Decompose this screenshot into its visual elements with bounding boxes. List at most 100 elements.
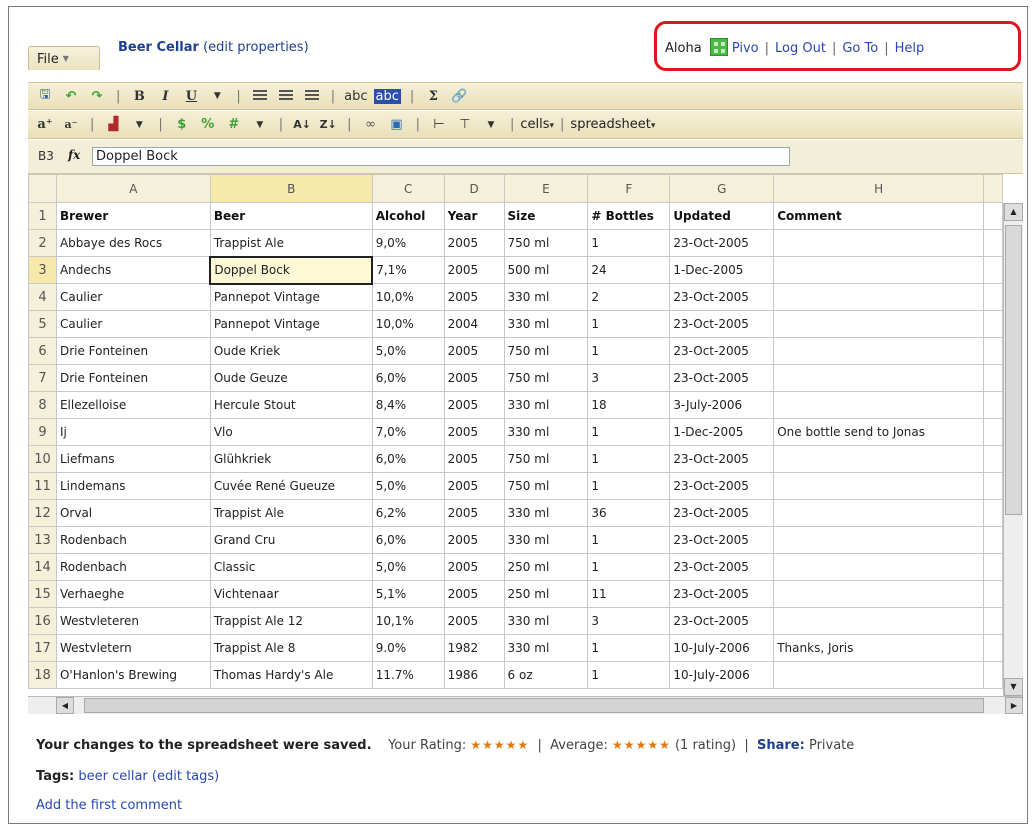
cell-c5[interactable]: 10,0% xyxy=(371,310,445,338)
cell-a8[interactable]: Ellezelloise xyxy=(55,391,211,419)
cell-c17[interactable]: 9.0% xyxy=(371,634,445,662)
cell-f17[interactable]: 1 xyxy=(587,634,671,662)
cell-b17[interactable]: Trappist Ale 8 xyxy=(209,634,373,662)
cell-c6[interactable]: 5,0% xyxy=(371,337,445,365)
cell-a14[interactable]: Rodenbach xyxy=(55,553,211,581)
cell-a12[interactable]: Orval xyxy=(55,499,211,527)
cell-e2[interactable]: 750 ml xyxy=(503,229,589,257)
cell-e5[interactable]: 330 ml xyxy=(503,310,589,338)
cell-h15[interactable] xyxy=(773,580,984,608)
scroll-up-icon[interactable]: ▲ xyxy=(1004,203,1023,221)
link-icon[interactable]: 🔗 xyxy=(449,86,469,106)
cell-c1[interactable]: Alcohol xyxy=(371,202,445,230)
add-comment-link[interactable]: Add the first comment xyxy=(36,798,1026,813)
cell-g13[interactable]: 23-Oct-2005 xyxy=(669,526,775,554)
cell-g5[interactable]: 23-Oct-2005 xyxy=(669,310,775,338)
cell-c18[interactable]: 11.7% xyxy=(371,661,445,689)
percent-icon[interactable]: % xyxy=(198,115,218,135)
insert-row-icon[interactable]: ⊤ xyxy=(455,115,475,135)
cell-d7[interactable]: 2005 xyxy=(443,364,505,392)
insert-column-icon[interactable]: ⊢ xyxy=(429,115,449,135)
cell-f5[interactable]: 1 xyxy=(587,310,671,338)
cell-h6[interactable] xyxy=(773,337,984,365)
cell-f16[interactable]: 3 xyxy=(587,607,671,635)
cell-b9[interactable]: Vlo xyxy=(209,418,373,446)
cell-g15[interactable]: 23-Oct-2005 xyxy=(669,580,775,608)
cell-e6[interactable]: 750 ml xyxy=(503,337,589,365)
cell-h18[interactable] xyxy=(773,661,984,689)
cell-d5[interactable]: 2004 xyxy=(443,310,505,338)
cell-f13[interactable]: 1 xyxy=(587,526,671,554)
column-header-d[interactable]: D xyxy=(443,174,505,203)
row-header[interactable]: 9 xyxy=(28,418,57,446)
edit-properties-link[interactable]: (edit properties) xyxy=(203,40,309,55)
cell-f6[interactable]: 1 xyxy=(587,337,671,365)
cell-g11[interactable]: 23-Oct-2005 xyxy=(669,472,775,500)
font-size-down-icon[interactable]: a⁻ xyxy=(61,115,81,135)
cell-h4[interactable] xyxy=(773,283,984,311)
cell-d11[interactable]: 2005 xyxy=(443,472,505,500)
cell-e8[interactable]: 330 ml xyxy=(503,391,589,419)
cell-c16[interactable]: 10,1% xyxy=(371,607,445,635)
align-left-icon[interactable] xyxy=(250,86,270,106)
cell-c7[interactable]: 6,0% xyxy=(371,364,445,392)
cell-a7[interactable]: Drie Fonteinen xyxy=(55,364,211,392)
row-header[interactable]: 16 xyxy=(28,607,57,635)
cell-e4[interactable]: 330 ml xyxy=(503,283,589,311)
row-header[interactable]: 2 xyxy=(28,229,57,257)
spellcheck-icon[interactable]: abc xyxy=(344,86,367,106)
cell-g8[interactable]: 3-July-2006 xyxy=(669,391,775,419)
number-format-icon[interactable]: # xyxy=(224,115,244,135)
sort-descending-icon[interactable]: Z↓ xyxy=(318,115,338,135)
cell-a13[interactable]: Rodenbach xyxy=(55,526,211,554)
cell-d4[interactable]: 2005 xyxy=(443,283,505,311)
cell-f14[interactable]: 1 xyxy=(587,553,671,581)
undo-icon[interactable]: ↶ xyxy=(61,86,81,106)
cell-e16[interactable]: 330 ml xyxy=(503,607,589,635)
cell-c15[interactable]: 5,1% xyxy=(371,580,445,608)
cell-g1[interactable]: Updated xyxy=(669,202,775,230)
cell-g4[interactable]: 23-Oct-2005 xyxy=(669,283,775,311)
row-header[interactable]: 18 xyxy=(28,661,57,689)
cell-f8[interactable]: 18 xyxy=(587,391,671,419)
corner-cell[interactable] xyxy=(28,174,57,203)
cell-a17[interactable]: Westvletern xyxy=(55,634,211,662)
cell-f2[interactable]: 1 xyxy=(587,229,671,257)
cell-g14[interactable]: 23-Oct-2005 xyxy=(669,553,775,581)
cell-c4[interactable]: 10,0% xyxy=(371,283,445,311)
cell-e3[interactable]: 500 ml xyxy=(503,256,589,284)
cell-b18[interactable]: Thomas Hardy's Ale xyxy=(209,661,373,689)
cell-b12[interactable]: Trappist Ale xyxy=(209,499,373,527)
cell-g3[interactable]: 1-Dec-2005 xyxy=(669,256,775,284)
cell-d16[interactable]: 2005 xyxy=(443,607,505,635)
log-out-link[interactable]: Log Out xyxy=(775,41,826,56)
row-header[interactable]: 6 xyxy=(28,337,57,365)
row-header[interactable]: 10 xyxy=(28,445,57,473)
align-center-icon[interactable] xyxy=(276,86,296,106)
cell-b3[interactable]: Doppel Bock xyxy=(209,255,374,285)
cell-h3[interactable] xyxy=(773,256,984,284)
cell-c3[interactable]: 7,1% xyxy=(371,256,445,284)
cell-b6[interactable]: Oude Kriek xyxy=(209,337,373,365)
scroll-left-icon[interactable]: ◀ xyxy=(56,697,74,714)
cell-b7[interactable]: Oude Geuze xyxy=(209,364,373,392)
cell-b11[interactable]: Cuvée René Gueuze xyxy=(209,472,373,500)
cell-a10[interactable]: Liefmans xyxy=(55,445,211,473)
cell-a16[interactable]: Westvleteren xyxy=(55,607,211,635)
spreadsheet-menu[interactable]: spreadsheet▾ xyxy=(570,117,655,132)
cell-d13[interactable]: 2005 xyxy=(443,526,505,554)
cell-f12[interactable]: 36 xyxy=(587,499,671,527)
chart-dropdown-icon[interactable]: ▼ xyxy=(129,115,149,135)
cell-e12[interactable]: 330 ml xyxy=(503,499,589,527)
scroll-thumb[interactable] xyxy=(1005,225,1022,515)
cell-e17[interactable]: 330 ml xyxy=(503,634,589,662)
username-link[interactable]: Pivo xyxy=(732,41,759,56)
cell-c10[interactable]: 6,0% xyxy=(371,445,445,473)
cell-c8[interactable]: 8,4% xyxy=(371,391,445,419)
row-header[interactable]: 5 xyxy=(28,310,57,338)
tag-link[interactable]: beer xyxy=(78,769,108,784)
cell-b14[interactable]: Classic xyxy=(209,553,373,581)
bold-icon[interactable]: B xyxy=(129,86,149,106)
cell-h17[interactable]: Thanks, Joris xyxy=(773,634,984,662)
column-header-f[interactable]: F xyxy=(587,174,671,203)
